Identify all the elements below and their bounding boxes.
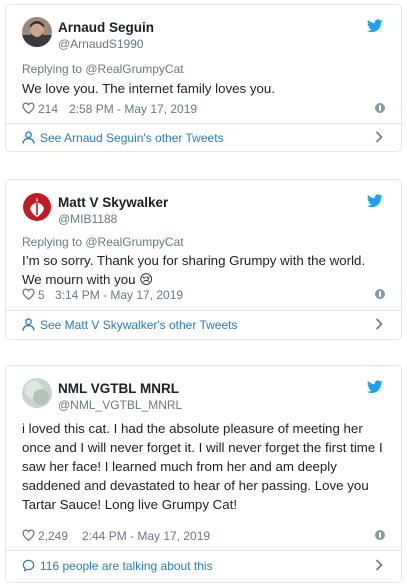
info-icon[interactable] [375,530,385,540]
avatar[interactable] [22,17,52,47]
divider [6,123,401,124]
timestamp[interactable]: 2:44 PM - May 17, 2019 [82,529,210,543]
tweet-meta: 214 2:58 PM - May 17, 2019 [22,101,387,117]
twitter-bird-icon[interactable] [367,194,383,208]
info-icon[interactable] [375,289,385,299]
like-count: 5 [38,288,45,302]
heart-icon[interactable] [22,529,35,541]
chevron-right-icon[interactable] [375,131,383,143]
author-name[interactable]: Matt V Skywalker [58,195,168,210]
author-handle[interactable]: @NML_VGTBL_MNRL [58,398,182,412]
tweet-text: I’m so sorry. Thank you for sharing Grum… [22,253,366,287]
tweet-meta: 5 3:14 PM - May 17, 2019 [22,287,387,303]
like-count: 2,249 [38,529,69,543]
rebel-alliance-avatar-icon [22,192,52,222]
person-photo-avatar-icon [22,17,52,47]
tweet-header: Arnaud Seguin @ArnaudS1990 [22,17,389,53]
footer-label[interactable]: See Matt V Skywalker's other Tweets [40,318,237,332]
twitter-bird-icon[interactable] [367,380,383,394]
timestamp[interactable]: 3:14 PM - May 17, 2019 [55,288,183,302]
tweet-header: Matt V Skywalker @MIB1188 [22,192,389,228]
author-handle[interactable]: @ArnaudS1990 [58,37,144,51]
footer-label[interactable]: 116 people are talking about this [40,559,213,573]
replying-to[interactable]: Replying to @RealGrumpyCat [22,235,184,249]
tweet-card[interactable]: Arnaud Seguin @ArnaudS1990 Replying to @… [5,4,402,152]
like-count: 214 [38,102,59,116]
divider [6,310,401,311]
avatar[interactable] [22,192,52,222]
tweet-card[interactable]: Matt V Skywalker @MIB1188 Replying to @R… [5,179,402,340]
footer-label[interactable]: See Arnaud Seguin's other Tweets [40,131,224,145]
blurred-photo-avatar-icon [22,378,52,408]
person-icon [22,318,35,331]
chevron-right-icon[interactable] [375,559,383,571]
heart-icon[interactable] [22,102,35,114]
author-name[interactable]: NML VGTBL MNRL [58,381,179,396]
speech-bubble-icon [22,559,35,572]
author-name[interactable]: Arnaud Seguin [58,20,154,35]
tweet-meta: 2,249 2:44 PM - May 17, 2019 [22,528,387,544]
tweet-text: We love you. The internet family loves y… [22,81,276,96]
replying-to[interactable]: Replying to @RealGrumpyCat [22,62,184,76]
tweet-header: NML VGTBL MNRL @NML_VGTBL_MNRL [22,378,389,414]
see-other-tweets-link[interactable]: See Arnaud Seguin's other Tweets [22,127,387,149]
twitter-bird-icon[interactable] [367,19,383,33]
avatar[interactable] [22,378,52,408]
person-icon [22,131,35,144]
info-icon[interactable] [375,103,385,113]
divider [6,550,401,551]
heart-icon[interactable] [22,288,35,300]
tweet-text: i loved this cat. I had the absolute ple… [22,421,383,512]
timestamp[interactable]: 2:58 PM - May 17, 2019 [69,102,197,116]
see-other-tweets-link[interactable]: See Matt V Skywalker's other Tweets [22,314,387,336]
conversation-link[interactable]: 116 people are talking about this [22,555,387,577]
author-handle[interactable]: @MIB1188 [58,212,117,226]
chevron-right-icon[interactable] [375,318,383,330]
tweet-card[interactable]: NML VGTBL MNRL @NML_VGTBL_MNRL i loved t… [5,365,402,583]
